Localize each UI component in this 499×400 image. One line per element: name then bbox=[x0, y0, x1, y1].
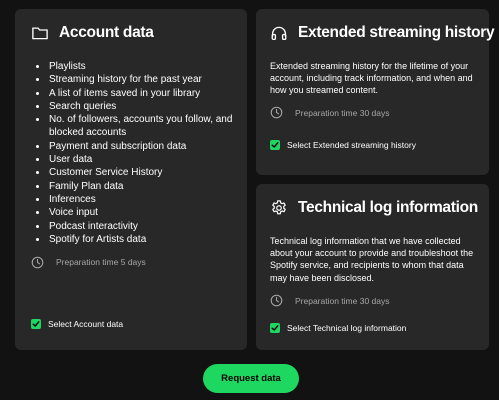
list-item: No. of followers, accounts you follow, a… bbox=[31, 113, 233, 140]
account-data-header: Account data bbox=[31, 23, 233, 43]
extended-streaming-history-header: Extended streaming history bbox=[270, 23, 495, 43]
extended-preparation-time: Preparation time 30 days bbox=[270, 105, 477, 121]
account-data-card: Account data Playlists Streaming history … bbox=[15, 9, 247, 350]
list-item: Inferences bbox=[31, 193, 233, 206]
list-item: Payment and subscription data bbox=[31, 140, 233, 153]
account-data-title: Account data bbox=[59, 24, 154, 41]
account-data-list: Playlists Streaming history for the past … bbox=[31, 60, 233, 246]
list-item: User data bbox=[31, 153, 233, 166]
technical-preparation-text: Preparation time 30 days bbox=[295, 295, 390, 306]
technical-preparation-time: Preparation time 30 days bbox=[270, 293, 477, 309]
list-item: Voice input bbox=[31, 206, 233, 219]
list-item: Playlists bbox=[31, 60, 233, 73]
select-extended-streaming-history-checkbox[interactable]: Select Extended streaming history bbox=[270, 138, 477, 152]
list-item: A list of items saved in your library bbox=[31, 87, 233, 100]
checkbox-checked-icon[interactable] bbox=[31, 319, 41, 330]
extended-streaming-history-description: Extended streaming history for the lifet… bbox=[270, 61, 473, 96]
checkbox-checked-icon[interactable] bbox=[270, 139, 280, 150]
list-item: Family Plan data bbox=[31, 180, 233, 193]
clock-icon bbox=[270, 106, 283, 119]
technical-log-information-header: Technical log information bbox=[270, 198, 478, 218]
list-item: Streaming history for the past year bbox=[31, 73, 233, 86]
technical-log-information-description: Technical log information that we have c… bbox=[270, 236, 474, 283]
extended-streaming-history-card: Extended streaming history Extended stre… bbox=[256, 9, 495, 175]
select-account-data-label[interactable]: Select Account data bbox=[48, 319, 123, 329]
select-technical-log-information-checkbox[interactable]: Select Technical log information bbox=[270, 321, 477, 335]
list-item: Podcast interactivity bbox=[31, 220, 233, 233]
select-technical-log-information-label[interactable]: Select Technical log information bbox=[287, 323, 406, 333]
account-preparation-text: Preparation time 5 days bbox=[56, 257, 146, 268]
headphones-icon bbox=[271, 26, 287, 41]
select-account-data-checkbox[interactable]: Select Account data bbox=[31, 317, 233, 331]
checkbox-checked-icon[interactable] bbox=[270, 322, 280, 333]
request-data-button[interactable]: Request data bbox=[203, 364, 299, 393]
select-extended-streaming-history-label[interactable]: Select Extended streaming history bbox=[287, 140, 416, 150]
download-data-page: Account data Playlists Streaming history … bbox=[0, 0, 499, 400]
technical-log-information-card: Technical log information Technical log … bbox=[256, 184, 489, 350]
clock-icon bbox=[31, 256, 44, 268]
extended-preparation-text: Preparation time 30 days bbox=[295, 107, 390, 118]
extended-streaming-history-title: Extended streaming history bbox=[298, 24, 495, 41]
gear-icon bbox=[272, 200, 286, 215]
clock-icon bbox=[270, 295, 283, 307]
technical-log-information-title: Technical log information bbox=[298, 199, 478, 216]
list-item: Spotify for Artists data bbox=[31, 233, 233, 246]
folder-icon bbox=[32, 27, 48, 40]
list-item: Search queries bbox=[31, 100, 233, 113]
list-item: Customer Service History bbox=[31, 166, 233, 179]
account-preparation-time: Preparation time 5 days bbox=[31, 254, 233, 270]
